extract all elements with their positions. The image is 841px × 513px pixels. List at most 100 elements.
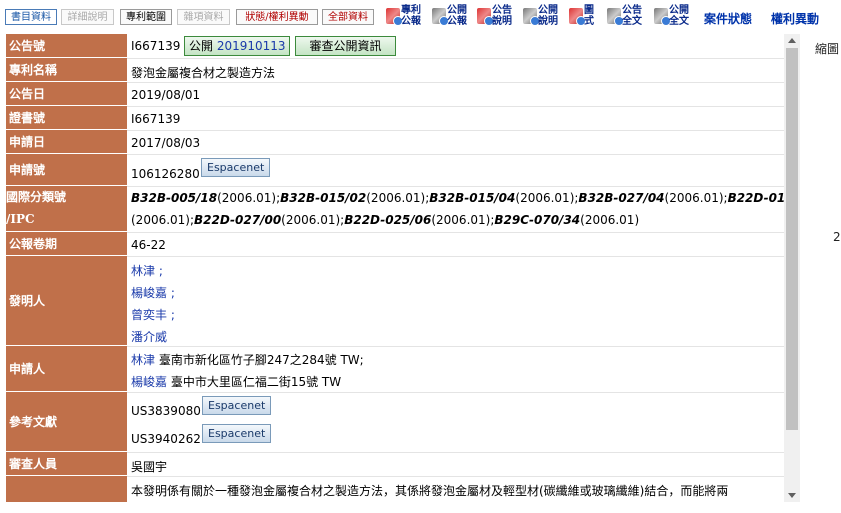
abstract-text: 本發明係有關於一種發泡金屬複合材之製造方法，其係將發泡金屬材及輕型材(碳纖維或玻… xyxy=(131,484,729,498)
applicant-address: 臺中市大里區仁福二街15號 TW xyxy=(167,375,342,389)
field-label: 審查人員 xyxy=(6,452,127,476)
scroll-thumb[interactable] xyxy=(786,48,798,430)
row-app-date: 申請日 2017/08/03 xyxy=(6,130,784,155)
bibliographic-panel: 公告號 I667139 公開 201910113 審查公開資訊 專利名稱 發泡金… xyxy=(6,34,784,502)
tab-claims[interactable]: 專利範圍 xyxy=(120,9,172,25)
row-applicants: 申請人 林津 臺南市新化區竹子腳247之284號 TW; 楊峻嘉 臺中市大里區仁… xyxy=(6,346,784,393)
document-icon xyxy=(432,8,449,26)
gazette-value: 46-22 xyxy=(131,238,166,252)
ipc-version: (2006.01); xyxy=(281,213,345,227)
announce-full-label: 公告全文 xyxy=(622,5,642,27)
inventor-link[interactable]: 曾奕丰 ; xyxy=(131,306,175,323)
row-inventors: 發明人 林津 ; 楊峻嘉 ; 曾奕丰 ; 潘介威 xyxy=(6,256,784,347)
ipc-version: (2006.01); xyxy=(515,191,579,205)
ipc-label-line1: 國際分類號 xyxy=(6,190,67,204)
espacenet-button[interactable]: Espacenet xyxy=(202,424,272,443)
ipc-version: (2006.01); xyxy=(366,191,430,205)
row-ipc: 國際分類號/IPC B32B-005/18(2006.01);B32B-015/… xyxy=(6,186,784,233)
gazette-label: 專利公報 xyxy=(401,5,421,27)
document-icon xyxy=(569,8,586,26)
pub-full-button[interactable]: 公開全文 xyxy=(654,4,694,30)
row-app-no: 申請號 106126280 Espacenet xyxy=(6,154,784,187)
row-announce-date: 公告日 2019/08/01 xyxy=(6,82,784,107)
ipc-code[interactable]: B22D-018/00 xyxy=(728,191,784,205)
document-icon xyxy=(477,8,494,26)
publication-button[interactable]: 公開 201910113 xyxy=(184,36,290,56)
publication-label: 公開 xyxy=(189,39,214,53)
ipc-version: (2006.01); xyxy=(431,213,495,227)
field-label: 證書號 xyxy=(6,106,127,130)
thumbnail-label: 縮圖 xyxy=(815,42,840,56)
applicant-item: 林津 臺南市新化區竹子腳247之284號 TW; xyxy=(131,351,364,368)
document-icon xyxy=(607,8,624,26)
abstract-label xyxy=(6,476,127,502)
ipc-code[interactable]: B32B-027/04 xyxy=(578,191,664,205)
drawings-label: 圖式 xyxy=(584,5,594,27)
row-title: 專利名稱 發泡金屬複合材之製造方法 xyxy=(6,58,784,83)
document-icon xyxy=(523,8,540,26)
ipc-version: (2006.01); xyxy=(131,213,195,227)
field-label: 發明人 xyxy=(6,256,127,346)
review-publication-button[interactable]: 審查公開資訊 xyxy=(295,36,396,56)
field-label: 申請人 xyxy=(6,346,127,392)
row-examiner: 審查人員 吳國宇 xyxy=(6,452,784,477)
ipc-line-1: B32B-005/18(2006.01);B32B-015/02(2006.01… xyxy=(131,191,784,205)
tab-misc[interactable]: 雜項資料 xyxy=(177,9,230,25)
scrollbar[interactable] xyxy=(784,34,800,502)
applicant-link[interactable]: 楊峻嘉 xyxy=(131,375,167,389)
scroll-up-icon[interactable] xyxy=(788,38,796,43)
tab-all-data[interactable]: 全部資料 xyxy=(322,9,374,25)
inventor-link[interactable]: 潘介威 xyxy=(131,328,167,345)
pub-desc-label: 公開說明 xyxy=(538,5,558,27)
examiner-value: 吳國宇 xyxy=(131,460,168,474)
tab-description[interactable]: 詳細說明 xyxy=(61,9,114,25)
pub-desc-button[interactable]: 公開說明 xyxy=(523,4,563,30)
applicant-item: 楊峻嘉 臺中市大里區仁福二街15號 TW xyxy=(131,373,341,390)
case-status-link[interactable]: 案件狀態 xyxy=(704,10,752,27)
applicant-link[interactable]: 林津 xyxy=(131,353,155,367)
ipc-version: (2006.01); xyxy=(217,191,281,205)
ipc-version: (2006.01) xyxy=(580,213,640,227)
ipc-code[interactable]: B29C-070/34 xyxy=(494,213,580,227)
announce-no-value: I667139 xyxy=(131,39,181,53)
espacenet-button[interactable]: Espacenet xyxy=(201,158,271,177)
ipc-code[interactable]: B22D-027/00 xyxy=(194,213,281,227)
gazette-button[interactable]: 專利公報 xyxy=(386,4,426,30)
reference-number: US3839080 xyxy=(131,404,201,418)
ipc-code[interactable]: B32B-005/18 xyxy=(131,191,217,205)
row-announce-no: 公告號 I667139 公開 201910113 審查公開資訊 xyxy=(6,34,784,59)
ipc-code[interactable]: B32B-015/02 xyxy=(280,191,366,205)
espacenet-button[interactable]: Espacenet xyxy=(202,396,272,415)
inventor-link[interactable]: 楊峻嘉 ; xyxy=(131,284,175,301)
field-label: 國際分類號/IPC xyxy=(6,186,127,232)
publication-number: 201910113 xyxy=(216,39,286,53)
document-icon xyxy=(654,8,671,26)
ipc-version: (2006.01); xyxy=(664,191,728,205)
field-label: 公報卷期 xyxy=(6,232,127,256)
field-label: 公告日 xyxy=(6,82,127,106)
row-abstract: 本發明係有關於一種發泡金屬複合材之製造方法，其係將發泡金屬材及輕型材(碳纖維或玻… xyxy=(6,476,784,502)
pub-full-label: 公開全文 xyxy=(669,5,689,27)
pub-gazette-button[interactable]: 公開公報 xyxy=(432,4,472,30)
toolbar: 書目資料 詳細說明 專利範圍 雜項資料 狀態/權利異動 全部資料 專利公報 公開… xyxy=(0,0,841,34)
tab-status-rights[interactable]: 狀態/權利異動 xyxy=(236,9,318,25)
field-label: 申請號 xyxy=(6,154,127,186)
field-label: 專利名稱 xyxy=(6,58,127,82)
drawings-button[interactable]: 圖式 xyxy=(569,4,603,30)
inventor-link[interactable]: 林津 ; xyxy=(131,262,163,279)
announce-desc-button[interactable]: 公告說明 xyxy=(477,4,517,30)
rights-change-link[interactable]: 權利異動 xyxy=(771,10,819,27)
ipc-code[interactable]: B22D-025/06 xyxy=(344,213,431,227)
announce-desc-label: 公告說明 xyxy=(492,5,512,27)
app-date-value: 2017/08/03 xyxy=(131,136,201,150)
app-no-value: 106126280 xyxy=(131,167,200,181)
announce-date-value: 2019/08/01 xyxy=(131,88,201,102)
title-value: 發泡金屬複合材之製造方法 xyxy=(131,66,276,80)
cert-no-value: I667139 xyxy=(131,112,181,126)
tab-bibliographic[interactable]: 書目資料 xyxy=(5,9,57,25)
scroll-down-icon[interactable] xyxy=(788,493,796,498)
ipc-line-2: (2006.01);B22D-027/00(2006.01);B22D-025/… xyxy=(131,213,639,227)
row-gazette: 公報卷期 46-22 xyxy=(6,232,784,257)
ipc-code[interactable]: B32B-015/04 xyxy=(429,191,515,205)
announce-full-button[interactable]: 公告全文 xyxy=(607,4,647,30)
